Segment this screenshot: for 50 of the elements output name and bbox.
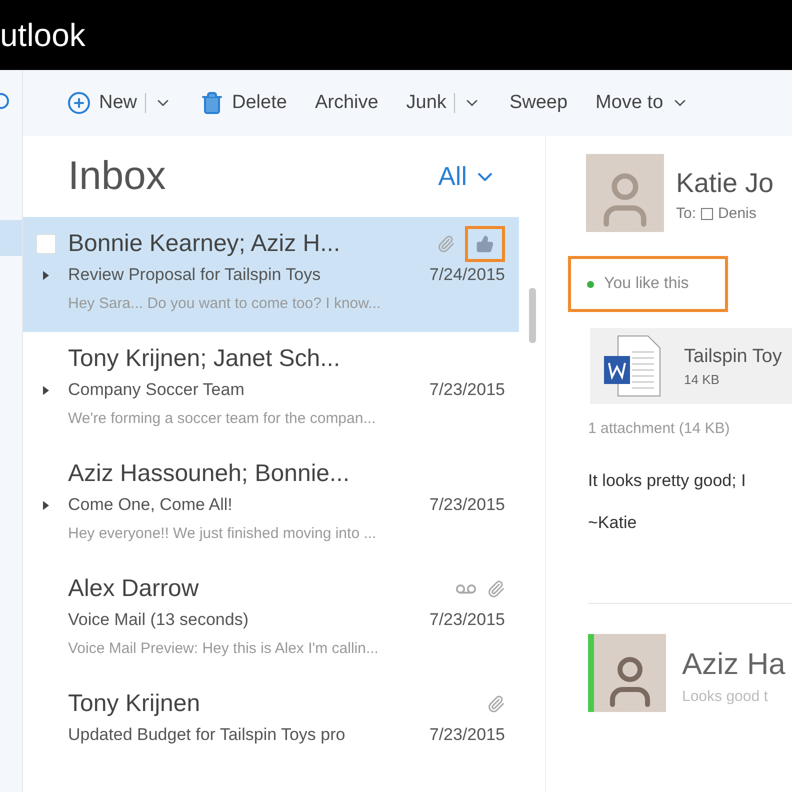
- message-subject: Come One, Come All!: [68, 495, 234, 516]
- message-preview: Hey everyone!! We just finished moving into ...: [68, 524, 378, 542]
- attachment-summary: 1 attachment (14 KB): [588, 420, 731, 437]
- toolbar-button[interactable]: Junk: [406, 92, 482, 114]
- message-body: It looks pretty good; I: [588, 471, 747, 491]
- toolbar-button[interactable]: New: [67, 91, 172, 115]
- message-subject: Voice Mail (13 seconds): [68, 610, 250, 630]
- message-sender: Tony Krijnen: [68, 690, 202, 718]
- message-date: 7/23/2015: [429, 380, 505, 400]
- message-preview: Voice Mail Preview: Hey this is Alex I'm callin...: [68, 640, 380, 656]
- folder-title: Inbox: [68, 154, 166, 200]
- attachment-name: Tailspin Toy: [684, 346, 782, 368]
- attachment-card[interactable]: Tailspin Toy 14 KB: [590, 328, 792, 404]
- scrollbar-thumb[interactable]: [528, 288, 536, 343]
- toolbar-button[interactable]: Delete: [200, 91, 287, 115]
- message-item[interactable]: Bonnie Kearney; Aziz H... Review Proposal for Tailspin Toys 7/24/2015 Hey Sara... Do you want to come too? I know...: [23, 217, 519, 332]
- message-subject: Updated Budget for Tailspin Toys pro: [68, 724, 346, 745]
- toolbar-button[interactable]: Sweep: [509, 92, 568, 114]
- app-title: utlook: [0, 16, 86, 54]
- message-sender: Aziz Hassouneh; Bonnie...: [68, 460, 350, 488]
- message-date: 7/24/2015: [429, 265, 505, 286]
- trash-icon: [200, 91, 224, 115]
- filter-dropdown[interactable]: All: [438, 161, 497, 192]
- toolbar-button[interactable]: Move to: [596, 92, 690, 114]
- message-subject: Review Proposal for Tailspin Toys: [68, 265, 322, 286]
- expand-arrow-icon[interactable]: [42, 270, 48, 280]
- checkbox[interactable]: [701, 208, 714, 220]
- message-preview: Looks good t: [682, 688, 769, 705]
- message-date: 7/23/2015: [429, 610, 505, 630]
- thumbs-up-icon[interactable]: [476, 235, 494, 254]
- toolbar-button[interactable]: Archive: [314, 92, 378, 114]
- message-subject: Company Soccer Team: [68, 380, 246, 400]
- message-date: 7/23/2015: [429, 495, 505, 516]
- message-sender: Tony Krijnen; Janet Sch...: [68, 345, 342, 374]
- message-date: 7/23/2015: [429, 724, 505, 745]
- recipient-name[interactable]: Denis: [718, 205, 756, 222]
- plus-icon: [67, 91, 91, 115]
- sender-name: Aziz Ha: [682, 648, 786, 682]
- message-preview: Hey Sara... Do you want to come too? I know...: [68, 294, 382, 312]
- message-sender: Bonnie Kearney; Aziz H...: [68, 230, 342, 258]
- expand-arrow-icon[interactable]: [42, 500, 48, 510]
- sender-name: Katie Jo: [676, 168, 774, 199]
- folder-highlight: [0, 220, 22, 256]
- expand-arrow-icon[interactable]: [42, 386, 48, 395]
- to-label: To:: [676, 205, 696, 222]
- message-preview: We're forming a soccer team for the compan...: [68, 410, 377, 427]
- message-sender: Alex Darrow: [68, 575, 200, 603]
- message-body: ~Katie: [588, 513, 638, 533]
- attachment-size: 14 KB: [684, 372, 720, 386]
- like-text: You like this: [604, 275, 689, 293]
